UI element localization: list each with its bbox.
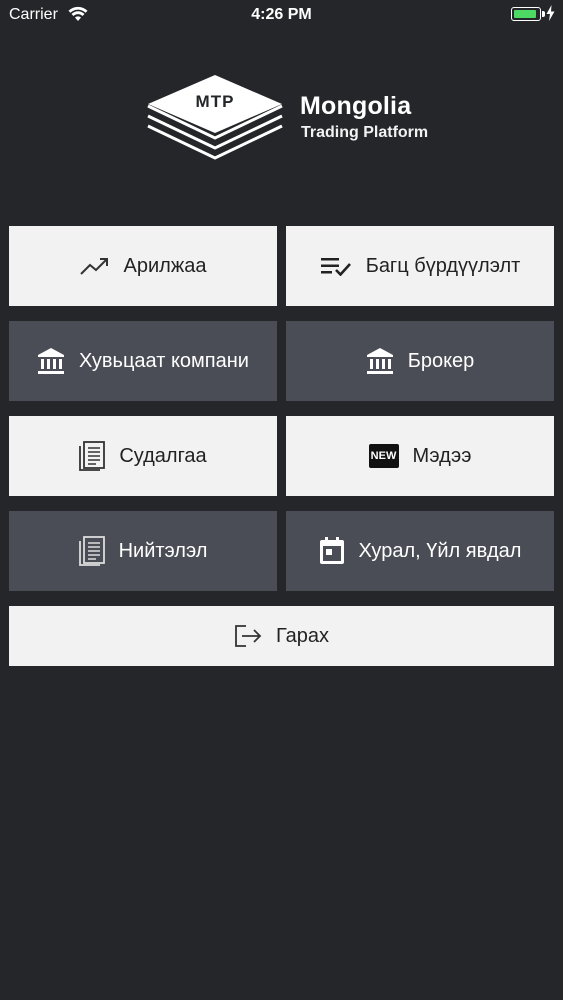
app-logo: MTP Mongolia Trading Platform <box>140 70 440 170</box>
menu-trading-button[interactable]: Арилжаа <box>9 226 277 306</box>
menu-articles-label: Нийтэлэл <box>118 539 208 562</box>
logout-label: Гарах <box>275 624 330 647</box>
menu-events-button[interactable]: Хурал, Үйл явдал <box>286 511 554 591</box>
menu-broker-label: Брокер <box>407 349 475 372</box>
menu-articles-button[interactable]: Нийтэлэл <box>9 511 277 591</box>
bank-icon <box>37 347 65 375</box>
menu-trading-label: Арилжаа <box>123 254 207 277</box>
mtp-logo-text: MTP <box>195 92 235 111</box>
status-time: 4:26 PM <box>251 6 312 23</box>
menu-broker-button[interactable]: Брокер <box>286 321 554 401</box>
menu-portfolio-label: Багц бүрдүүлэлт <box>365 254 521 277</box>
menu-news-button[interactable]: NEW Мэдээ <box>286 416 554 496</box>
menu-portfolio-button[interactable]: Багц бүрдүүлэлт <box>286 226 554 306</box>
charging-bolt-icon <box>546 5 555 26</box>
playlist-check-icon <box>320 256 352 276</box>
trending-up-icon <box>79 256 110 276</box>
mtp-logo-mark <box>147 75 283 160</box>
new-badge-icon: NEW <box>368 444 399 468</box>
logo-title: Mongolia <box>300 92 412 120</box>
new-badge-text: NEW <box>370 450 397 462</box>
bank-icon <box>366 347 394 375</box>
document-icon <box>79 441 106 471</box>
status-bar: Carrier 4:26 PM <box>0 0 563 30</box>
exit-icon <box>234 624 262 648</box>
menu-research-button[interactable]: Судалгаа <box>9 416 277 496</box>
logout-button[interactable]: Гарах <box>9 606 554 666</box>
logo-subtitle: Trading Platform <box>301 124 429 141</box>
menu-news-label: Мэдээ <box>412 444 472 467</box>
document-icon <box>78 536 105 566</box>
calendar-icon <box>319 537 345 565</box>
menu-listed-companies-button[interactable]: Хувьцаат компани <box>9 321 277 401</box>
menu-research-label: Судалгаа <box>119 444 207 467</box>
menu-listed-companies-label: Хувьцаат компани <box>79 349 249 372</box>
battery-icon <box>511 7 545 21</box>
menu-events-label: Хурал, Үйл явдал <box>358 539 522 562</box>
